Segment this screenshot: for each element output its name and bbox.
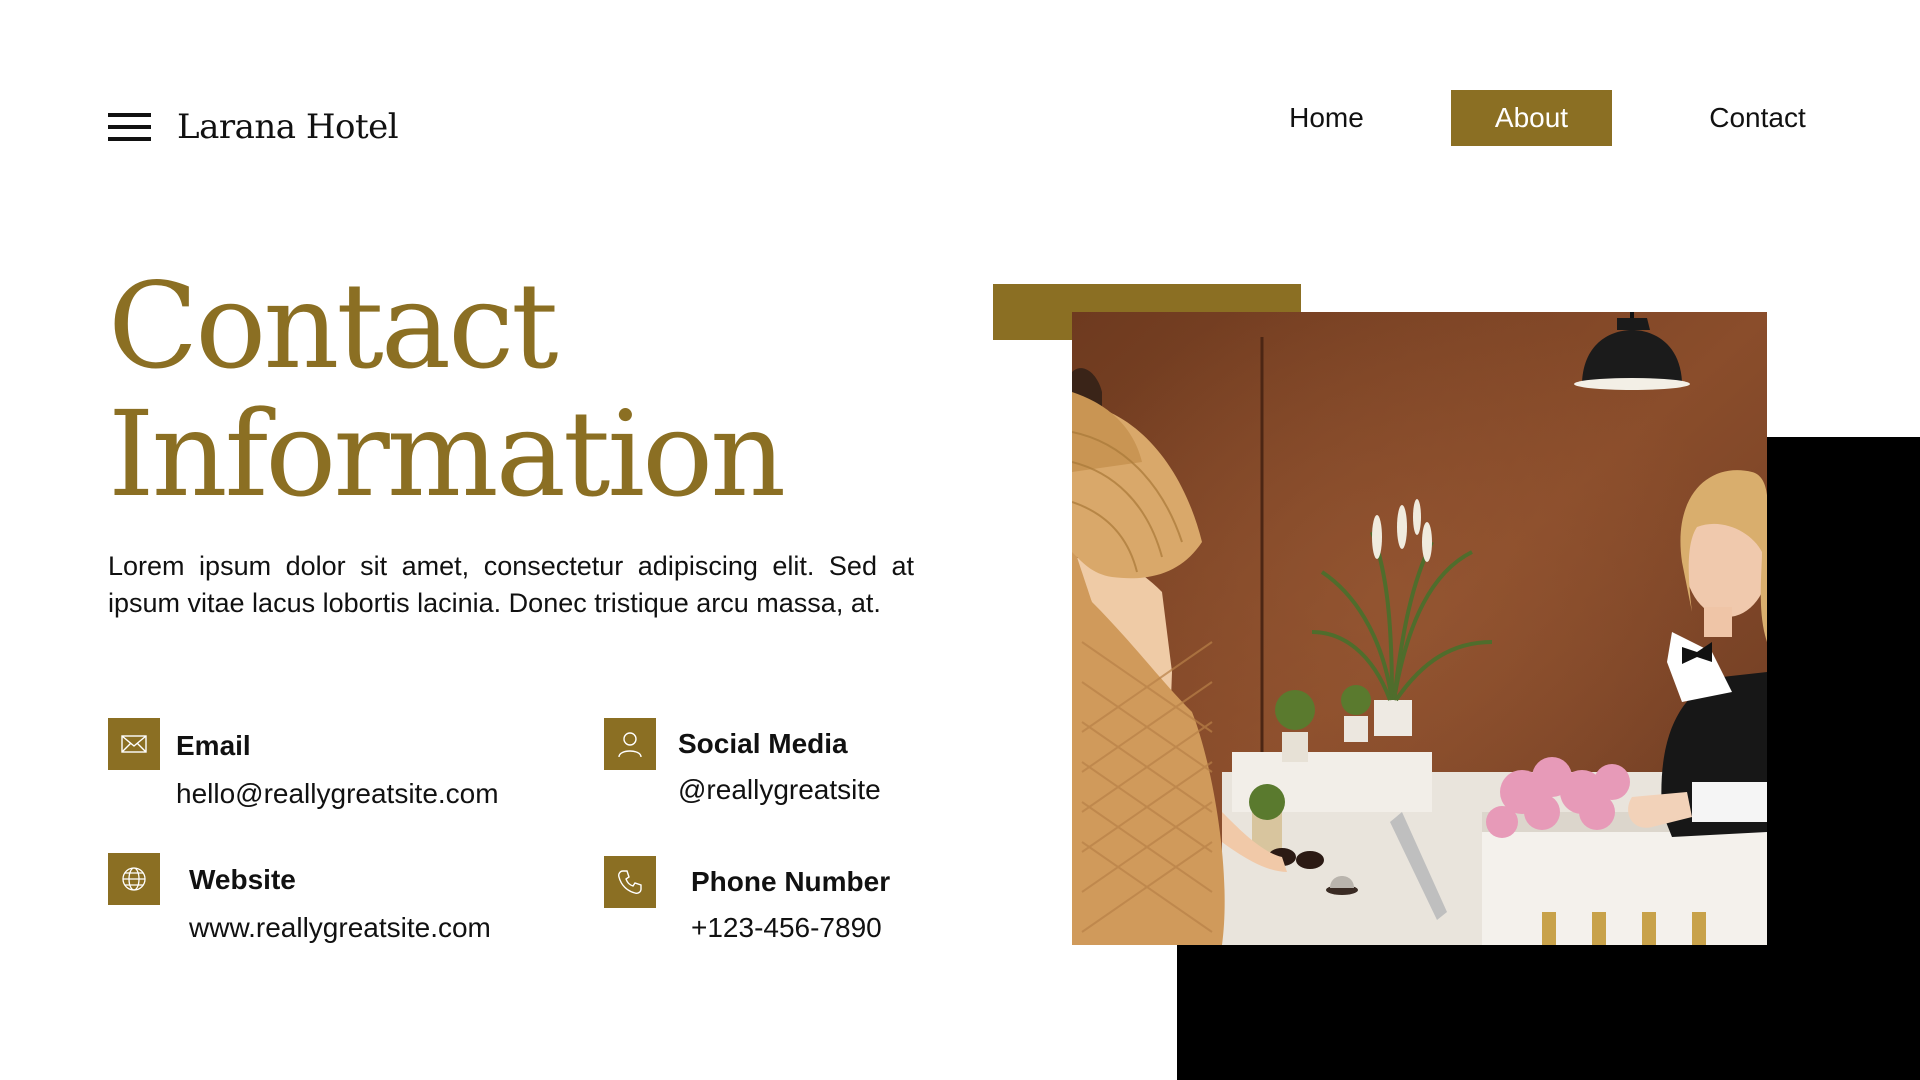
brand-name[interactable]: Larana Hotel <box>177 102 399 152</box>
nav-home[interactable]: Home <box>1270 90 1383 146</box>
decorative-block-right <box>1767 437 1920 1080</box>
page: Larana Hotel Home About Contact Contact … <box>0 0 1920 1080</box>
menu-icon[interactable] <box>108 113 151 143</box>
email-value[interactable]: hello@reallygreatsite.com <box>176 778 499 810</box>
user-icon <box>604 718 656 770</box>
phone-icon <box>604 856 656 908</box>
website-value[interactable]: www.reallygreatsite.com <box>189 912 491 944</box>
email-label: Email <box>176 730 251 761</box>
social-value[interactable]: @reallygreatsite <box>678 774 881 806</box>
nav-contact[interactable]: Contact <box>1680 90 1835 146</box>
website-label: Website <box>189 864 296 895</box>
envelope-icon <box>108 718 160 770</box>
hotel-reception-photo <box>1072 312 1767 945</box>
phone-label: Phone Number <box>691 866 891 897</box>
phone-value[interactable]: +123-456-7890 <box>691 912 882 944</box>
page-title: Contact Information <box>108 257 786 523</box>
nav-about[interactable]: About <box>1451 90 1612 146</box>
social-label: Social Media <box>678 728 848 759</box>
page-title-line1: Contact <box>108 257 559 395</box>
globe-icon <box>108 853 160 905</box>
page-title-line2: Information <box>108 385 786 523</box>
intro-text: Lorem ipsum dolor sit amet, consectetur … <box>108 551 914 618</box>
